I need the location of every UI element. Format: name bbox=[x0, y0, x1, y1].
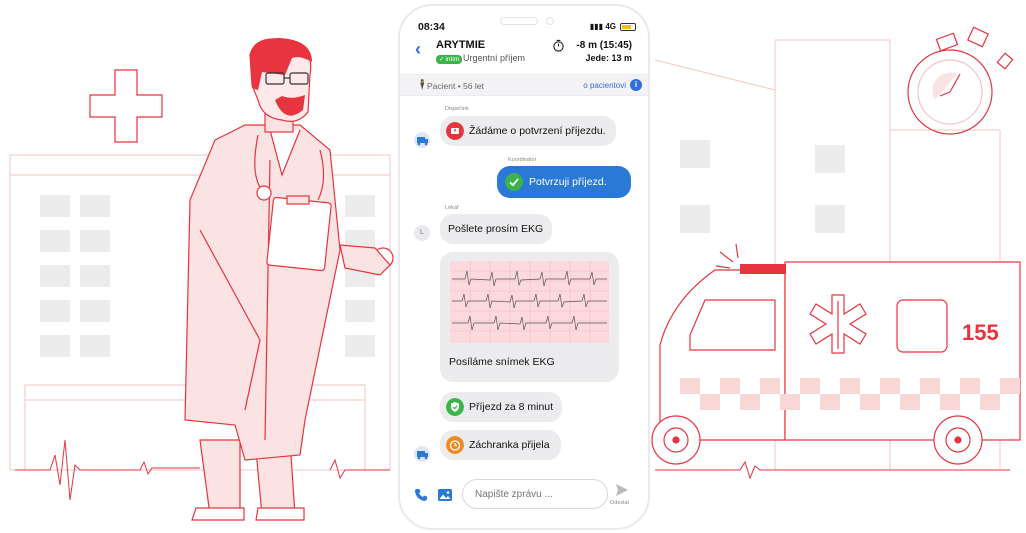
message-text: Pošlete prosím EKG bbox=[448, 223, 544, 235]
message-bubble: Pošlete prosím EKG bbox=[440, 214, 552, 244]
shield-check-icon bbox=[446, 398, 464, 416]
eta-text: Jede: 13 m bbox=[585, 53, 632, 63]
ambulance-avatar-icon bbox=[414, 446, 430, 462]
network-indicator: ▮▮▮ 4G bbox=[589, 22, 616, 31]
message-text: Záchranka přijela bbox=[469, 439, 550, 451]
send-icon[interactable] bbox=[615, 483, 629, 497]
message-bubble-outgoing: Potvrzuji příjezd. bbox=[497, 166, 631, 198]
message-bubble: Záchranka přijela bbox=[440, 430, 561, 460]
check-icon bbox=[505, 173, 523, 191]
ekg-attachment-card[interactable]: Posíláme snímek EKG bbox=[440, 252, 619, 382]
alert-icon bbox=[446, 122, 464, 140]
image-icon[interactable] bbox=[438, 488, 452, 502]
send-button-label[interactable]: Odeslat bbox=[610, 500, 629, 506]
ambulance-illustration bbox=[651, 243, 1021, 465]
alarm-clock-icon bbox=[446, 436, 464, 454]
back-arrow-icon[interactable]: ‹ bbox=[415, 40, 429, 58]
status-badge: ✓intim bbox=[436, 55, 463, 64]
chat-subtitle: Urgentní příjem bbox=[463, 53, 526, 63]
status-time: 08:34 bbox=[418, 21, 445, 33]
message-composer: Odeslat bbox=[400, 476, 648, 516]
patient-bar: 🕴 Pacient • 56 let o pacientovi i bbox=[400, 74, 648, 96]
chat-header: ‹ ARYTMIE ✓intim Urgentní příjem -8 m (1… bbox=[400, 38, 648, 72]
phone-mockup: 08:34 ▮▮▮ 4G ‹ ARYTMIE ✓intim Urgentní p… bbox=[398, 4, 650, 530]
message-text: Příjezd za 8 minut bbox=[469, 401, 554, 413]
message-text: Potvrzuji příjezd. bbox=[529, 176, 607, 188]
ekg-image[interactable] bbox=[450, 261, 609, 343]
avatar: L bbox=[414, 225, 430, 241]
ambulance-avatar-icon bbox=[414, 132, 430, 148]
message-input[interactable] bbox=[462, 479, 608, 509]
message-bubble: Žádáme o potvrzení příjezdu. bbox=[440, 116, 616, 146]
check-icon: ✓ bbox=[439, 56, 445, 63]
phone-call-icon[interactable] bbox=[414, 488, 428, 502]
countdown-timer: -8 m (15:45) bbox=[576, 40, 632, 51]
network-type: 4G bbox=[605, 22, 616, 31]
patient-info: Pacient • 56 let bbox=[427, 81, 484, 91]
ambulance-number: 155 bbox=[962, 320, 999, 345]
message-sender: Koordinátor bbox=[508, 157, 537, 163]
battery-icon bbox=[620, 23, 636, 31]
medical-cross-icon bbox=[89, 69, 163, 143]
message-text: Žádáme o potvrzení příjezdu. bbox=[469, 125, 606, 137]
info-icon[interactable]: i bbox=[630, 79, 642, 91]
chat-title: ARYTMIE bbox=[436, 39, 486, 51]
message-bubble: Příjezd za 8 minut bbox=[440, 392, 562, 422]
message-sender: Lékař bbox=[445, 205, 459, 211]
patient-details-link[interactable]: o pacientovi bbox=[583, 81, 626, 90]
status-bar: 08:34 ▮▮▮ 4G bbox=[418, 21, 636, 35]
timer-icon bbox=[553, 39, 564, 52]
message-sender: Dispečink bbox=[445, 106, 469, 112]
stopwatch-icon bbox=[907, 26, 1014, 135]
badge-label: intim bbox=[445, 56, 460, 63]
message-text: Posíláme snímek EKG bbox=[449, 356, 555, 368]
